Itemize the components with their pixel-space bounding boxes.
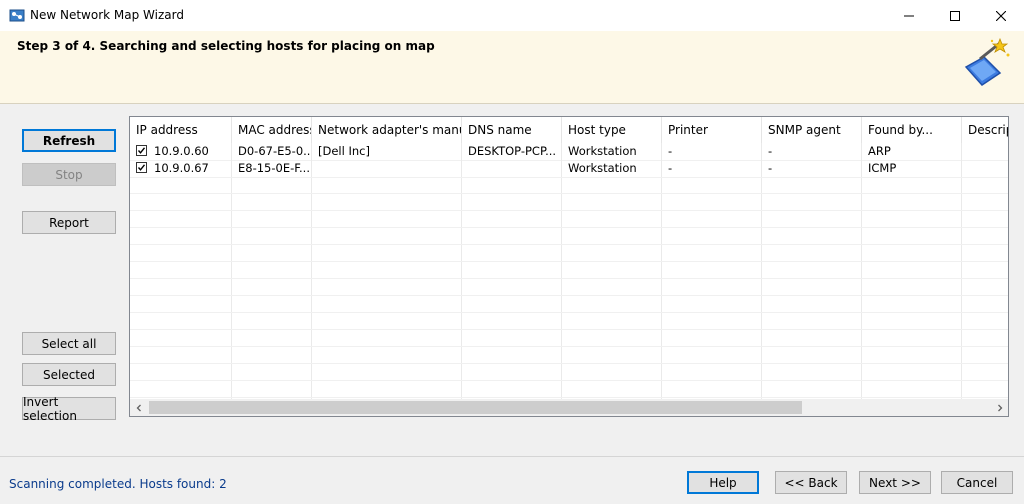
cell-dns — [462, 160, 562, 177]
stop-button[interactable]: Stop — [22, 163, 116, 186]
selected-button[interactable]: Selected — [22, 363, 116, 386]
cell-manufacturer — [312, 160, 462, 177]
cell-found-by: ICMP — [862, 160, 962, 177]
cell-snmp: - — [762, 143, 862, 160]
close-icon — [996, 10, 1006, 21]
minimize-button[interactable] — [886, 0, 932, 31]
scroll-left-button[interactable] — [130, 399, 147, 416]
cell-host-type: Workstation — [562, 160, 662, 177]
cell-ip: 10.9.0.67 — [148, 160, 232, 177]
table-row[interactable]: 10.9.0.67 E8-15-0E-F... Workstation - - … — [130, 160, 1008, 178]
step-title: Step 3 of 4. Searching and selecting hos… — [17, 39, 435, 53]
column-header-description[interactable]: Descript — [962, 117, 1008, 143]
status-text: Scanning completed. Hosts found: 2 — [9, 477, 227, 491]
cell-ip: 10.9.0.60 — [148, 143, 232, 160]
column-header-mac[interactable]: MAC address — [232, 117, 312, 143]
cancel-button[interactable]: Cancel — [941, 471, 1013, 494]
select-all-button[interactable]: Select all — [22, 332, 116, 355]
cell-dns: DESKTOP-PCP... — [462, 143, 562, 160]
column-header-dns[interactable]: DNS name — [462, 117, 562, 143]
refresh-button[interactable]: Refresh — [22, 129, 116, 152]
wizard-header: Step 3 of 4. Searching and selecting hos… — [0, 31, 1024, 104]
hosts-table[interactable]: IP address MAC address Network adapter's… — [129, 116, 1009, 417]
column-header-manufacturer[interactable]: Network adapter's manufa... — [312, 117, 462, 143]
cell-snmp: - — [762, 160, 862, 177]
cell-host-type: Workstation — [562, 143, 662, 160]
cell-description — [962, 143, 1008, 160]
cell-mac: D0-67-E5-0... — [232, 143, 312, 160]
footer-divider — [0, 456, 1024, 457]
network-map-icon — [9, 8, 25, 24]
window-title: New Network Map Wizard — [30, 8, 184, 22]
row-checkbox[interactable] — [136, 145, 147, 156]
table-body: 10.9.0.60 D0-67-E5-0... [Dell Inc] DESKT… — [130, 143, 1008, 400]
cell-description — [962, 160, 1008, 177]
close-button[interactable] — [978, 0, 1024, 31]
cell-manufacturer: [Dell Inc] — [312, 143, 462, 160]
back-button[interactable]: << Back — [775, 471, 847, 494]
table-header: IP address MAC address Network adapter's… — [130, 117, 1008, 143]
column-header-printer[interactable]: Printer — [662, 117, 762, 143]
column-header-snmp[interactable]: SNMP agent — [762, 117, 862, 143]
row-checkbox[interactable] — [136, 162, 147, 173]
horizontal-scrollbar[interactable] — [130, 399, 1008, 416]
invert-selection-button[interactable]: Invert selection — [22, 395, 116, 423]
checkmark-icon — [137, 147, 146, 154]
title-bar: New Network Map Wizard — [0, 0, 1024, 32]
maximize-button[interactable] — [932, 0, 978, 31]
report-button[interactable]: Report — [22, 211, 116, 234]
scrollbar-thumb[interactable] — [149, 401, 802, 414]
cell-printer: - — [662, 143, 762, 160]
table-row[interactable]: 10.9.0.60 D0-67-E5-0... [Dell Inc] DESKT… — [130, 143, 1008, 161]
cell-mac: E8-15-0E-F... — [232, 160, 312, 177]
cell-found-by: ARP — [862, 143, 962, 160]
maximize-icon — [950, 10, 960, 21]
next-button[interactable]: Next >> — [859, 471, 931, 494]
scroll-right-button[interactable] — [991, 399, 1008, 416]
checkmark-icon — [137, 164, 146, 171]
column-header-found-by[interactable]: Found by... — [862, 117, 962, 143]
minimize-icon — [904, 15, 914, 16]
cell-printer: - — [662, 160, 762, 177]
column-header-host-type[interactable]: Host type — [562, 117, 662, 143]
chevron-right-icon — [997, 404, 1002, 411]
chevron-left-icon — [136, 404, 141, 411]
column-header-ip[interactable]: IP address — [130, 117, 232, 143]
wizard-wand-icon — [956, 37, 1014, 95]
help-button[interactable]: Help — [687, 471, 759, 494]
empty-rows — [130, 177, 1008, 400]
